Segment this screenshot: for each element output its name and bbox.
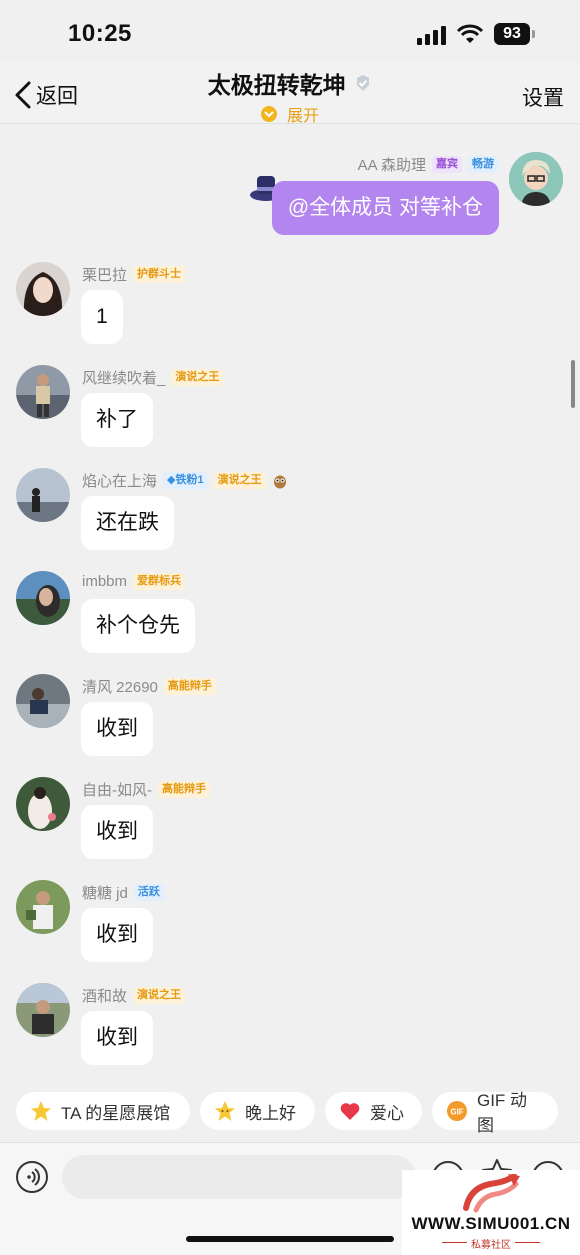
watermark-logo [463, 1174, 520, 1213]
message-bubble[interactable]: 收到 [81, 908, 153, 962]
sender-name[interactable]: 风继续吹着_ [82, 367, 165, 388]
sender-name[interactable]: imbbm [82, 573, 127, 590]
avatar[interactable] [16, 983, 70, 1037]
quick-reply-chip[interactable]: 晚上好 [200, 1092, 315, 1130]
verified-badge-icon [357, 75, 370, 91]
member-badge: 高能辩手 [163, 678, 216, 695]
sender-row: 栗巴拉 护群斗士 [82, 264, 186, 285]
watermark-subtext-label: 私募社区 [467, 1240, 515, 1251]
avatar[interactable] [16, 468, 70, 522]
sender-row: AA 森助理 嘉宾 畅游 [358, 154, 498, 175]
member-badge: 爱群标兵 [133, 573, 186, 590]
quick-reply-label: 爱心 [370, 1103, 404, 1123]
owl-icon [273, 475, 286, 488]
battery-nub [532, 30, 535, 38]
avatar[interactable] [16, 880, 70, 934]
message-bubble[interactable]: 收到 [81, 805, 153, 859]
message-bubble[interactable]: 补了 [81, 393, 153, 447]
message-input[interactable] [62, 1155, 416, 1199]
sender-name[interactable]: AA 森助理 [358, 154, 426, 175]
avatar[interactable] [16, 777, 70, 831]
expand-label: 展开 [286, 108, 319, 125]
title-area: 太极扭转乾坤 展开 [0, 66, 580, 126]
avatar[interactable] [16, 262, 70, 316]
sender-row: 酒和故 演说之王 [82, 985, 186, 1006]
quick-reply-label: TA 的星愿展馆 [61, 1103, 171, 1123]
wifi-icon [456, 24, 484, 43]
message-bubble[interactable]: 收到 [81, 702, 153, 756]
sender-row: 自由-如风- 高能辩手 [82, 779, 210, 800]
member-badge: 嘉宾 [432, 156, 462, 173]
gif-icon: GIF [446, 1101, 467, 1121]
settings-button[interactable]: 设置 [522, 82, 564, 112]
member-badge: 护群斗士 [133, 266, 186, 283]
member-badge: 演说之王 [171, 369, 224, 386]
watermark-subtext: 私募社区 [402, 1236, 580, 1251]
member-badge: ◆铁粉1 [163, 472, 208, 489]
member-badge: 畅游 [468, 156, 498, 173]
quick-reply-chip[interactable]: GIF GIF 动图 [432, 1091, 558, 1135]
sender-name[interactable]: 糖糖 jd [82, 882, 128, 903]
member-badge: 演说之王 [213, 472, 266, 489]
quick-reply-chip[interactable]: TA 的星愿展馆 [16, 1092, 190, 1130]
message-bubble[interactable]: 还在跌 [81, 496, 174, 550]
avatar[interactable] [16, 365, 70, 419]
avatar[interactable] [16, 674, 70, 728]
sender-name[interactable]: 自由-如风- [82, 779, 152, 800]
sender-name[interactable]: 清风 22690 [82, 676, 158, 697]
member-badge-label: 铁粉1 [175, 474, 204, 486]
status-time: 10:25 [68, 20, 132, 47]
quick-reply-chip[interactable]: 爱心 [325, 1092, 422, 1130]
message-bubble[interactable]: @全体成员 对等补仓 [271, 181, 499, 235]
expand-toggle[interactable]: 展开 [0, 102, 580, 126]
battery-indicator: 93 [494, 23, 530, 45]
svg-text:GIF: GIF [450, 1107, 463, 1116]
sender-row: 糖糖 jd 活跃 [82, 882, 164, 903]
message-bubble[interactable]: 收到 [81, 1011, 153, 1065]
message-bubble[interactable]: 补个仓先 [81, 599, 195, 653]
avatar[interactable] [509, 152, 563, 206]
message-bubble[interactable]: 1 [81, 290, 123, 344]
member-badge: 演说之王 [133, 987, 186, 1004]
sender-name[interactable]: 酒和故 [82, 985, 127, 1006]
group-title[interactable]: 太极扭转乾坤 [208, 66, 346, 100]
scrollbar-thumb[interactable] [571, 360, 575, 408]
quick-reply-label: GIF 动图 [476, 1091, 528, 1135]
sender-row: 风继续吹着_ 演说之王 [82, 367, 224, 388]
star-icon [31, 1101, 51, 1121]
sender-row: 焰心在上海 ◆铁粉1 演说之王 [82, 470, 288, 491]
status-bar: 10:25 93 [0, 0, 580, 62]
member-badge: 活跃 [133, 884, 164, 901]
watermark-text: WWW.SIMU001.CN [411, 1214, 571, 1233]
home-indicator[interactable] [186, 1236, 394, 1242]
watermark: WWW.SIMU001.CN 私募社区 [402, 1170, 580, 1255]
sender-row: imbbm 爱群标兵 [82, 573, 186, 590]
chat-header: 返回 太极扭转乾坤 展开 设置 [0, 62, 580, 126]
chevron-down-icon [260, 106, 277, 122]
sender-name[interactable]: 焰心在上海 [82, 470, 157, 491]
voice-icon[interactable] [16, 1161, 48, 1193]
quick-reply-label: 晚上好 [245, 1103, 296, 1123]
heart-icon [340, 1103, 360, 1120]
sender-name[interactable]: 栗巴拉 [82, 264, 127, 285]
cellular-signal-icon [417, 26, 446, 45]
sender-row: 清风 22690 高能辩手 [82, 676, 216, 697]
avatar[interactable] [16, 571, 70, 625]
star-face-icon [215, 1101, 235, 1121]
member-badge: 高能辩手 [158, 781, 210, 798]
quick-reply-bar: TA 的星愿展馆 晚上好 爱心 GIF GIF 动图 [0, 1091, 580, 1135]
